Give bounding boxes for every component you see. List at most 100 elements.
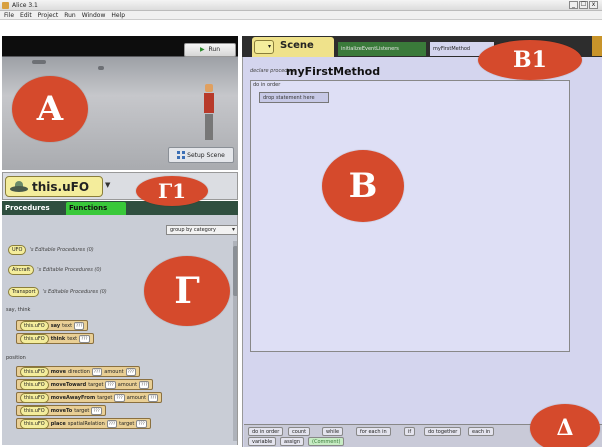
method-target: this.uFO <box>20 333 49 344</box>
chevron-down-icon: ▾ <box>231 226 235 233</box>
menu-run[interactable]: Run <box>64 11 76 19</box>
menu-project[interactable]: Project <box>38 11 59 19</box>
param-label: text <box>67 335 78 342</box>
method-name: move <box>50 368 66 375</box>
category-desc: 's Editable Procedures (0) <box>37 267 102 273</box>
category-pill[interactable]: Transport <box>8 287 40 297</box>
method-target: this.uFO <box>20 379 49 390</box>
ctrl-comment[interactable]: (Comment) <box>308 437 345 446</box>
param-label: direction <box>68 368 90 375</box>
ctrl-while[interactable]: while <box>322 427 344 436</box>
ctrl-if[interactable]: if <box>404 427 416 436</box>
menu-help[interactable]: Help <box>111 11 125 19</box>
method-name: moveTo <box>50 407 73 414</box>
close-button[interactable]: x <box>589 1 598 9</box>
play-icon: ▶ <box>199 46 205 53</box>
category-desc: 's Editable Procedures (0) <box>42 289 107 295</box>
method-name: say <box>50 322 61 329</box>
param-value: ??? <box>91 406 102 415</box>
setup-grid-icon <box>177 151 186 159</box>
ctrl-for-each-in[interactable]: for each in <box>356 427 391 436</box>
annotation-badge-b: B <box>322 150 404 222</box>
method-name: think <box>50 335 66 342</box>
scene-type-dropdown[interactable]: ▾ <box>254 40 274 54</box>
param-value: ??? <box>148 393 159 402</box>
ctrl-each-in[interactable]: each in <box>468 427 495 436</box>
param-label: amount <box>117 381 138 388</box>
selected-object-label: this.uFO <box>32 180 90 194</box>
category-row: Transport 's Editable Procedures (0) <box>8 287 107 297</box>
run-label: Run <box>208 46 221 53</box>
param-value: ??? <box>105 380 116 389</box>
ctrl-variable[interactable]: variable <box>248 437 277 446</box>
method-header-name: myFirstMethod <box>286 65 381 78</box>
chevron-down-icon[interactable]: ▼ <box>105 181 110 189</box>
category-row: Aircraft 's Editable Procedures (0) <box>8 265 102 275</box>
param-value: ??? <box>125 367 136 376</box>
param-label: amount <box>126 394 147 401</box>
procedures-scrollbar[interactable] <box>233 241 237 441</box>
setup-scene-label: Setup Scene <box>187 151 225 159</box>
ctrl-do-in-order[interactable]: do in order <box>248 427 284 436</box>
group-by-label: group by category <box>170 227 216 233</box>
tab-initialize-event-listeners[interactable]: initializeEventListeners <box>338 42 426 56</box>
run-button[interactable]: ▶ Run <box>184 43 236 57</box>
annotation-badge-g1: Γ1 <box>136 176 208 206</box>
annotation-badge-g: Γ <box>144 256 230 326</box>
menu-window[interactable]: Window <box>82 11 106 19</box>
scene-object <box>98 66 104 70</box>
param-label: target <box>119 420 135 427</box>
section-say-think: say, think <box>6 307 31 313</box>
method-target: this.uFO <box>20 366 49 377</box>
annotation-badge-d: Δ <box>530 404 600 447</box>
do-in-order-label: do in order <box>253 82 281 88</box>
menu-edit[interactable]: Edit <box>20 11 32 19</box>
ctrl-assign[interactable]: assign <box>280 437 305 446</box>
param-label: text <box>62 322 73 329</box>
param-value: ??? <box>106 419 118 428</box>
tab-procedures[interactable]: Procedures <box>2 202 66 215</box>
folder-icon[interactable] <box>592 36 602 56</box>
category-row: UFO 's Editable Procedures (0) <box>8 245 94 255</box>
group-by-select[interactable]: group by category ▾ <box>166 225 237 235</box>
scrollbar-thumb[interactable] <box>233 246 237 296</box>
procedures-panel: group by category ▾ UFO 's Editable Proc… <box>2 215 238 445</box>
ctrl-count[interactable]: count <box>288 427 311 436</box>
tab-scene[interactable]: ▾ Scene <box>252 37 334 57</box>
category-desc: 's Editable Procedures (0) <box>29 247 94 253</box>
method-tile[interactable]: this.uFO moveToward target ??? amount ??… <box>16 379 154 390</box>
category-pill[interactable]: Aircraft <box>8 265 35 275</box>
ctrl-do-together[interactable]: do together <box>424 427 462 436</box>
param-value: ??? <box>139 380 150 389</box>
method-tile[interactable]: this.uFO think text ??? <box>16 333 94 344</box>
title-bar: Alice 3.1 _ ☐ x <box>0 0 602 11</box>
param-label: amount <box>104 368 124 375</box>
method-tile[interactable]: this.uFO moveTo target ??? <box>16 405 106 416</box>
param-label: target <box>74 407 90 414</box>
menu-bar: File Edit Project Run Window Help <box>0 11 602 20</box>
tab-functions[interactable]: Functions <box>66 202 126 215</box>
param-value: ??? <box>74 321 85 330</box>
scene-tab-label: Scene <box>280 40 314 51</box>
param-label: target <box>88 381 104 388</box>
param-label: spatialRelation <box>67 420 105 427</box>
param-value: ??? <box>136 419 147 428</box>
do-in-order-block[interactable]: do in order drop statement here <box>250 80 570 352</box>
method-tile[interactable]: this.uFO moveAwayFrom target ??? amount … <box>16 392 163 403</box>
ufo-icon <box>10 181 28 193</box>
annotation-badge-a: A <box>12 76 88 142</box>
minimize-button[interactable]: _ <box>569 1 578 9</box>
section-position: position <box>6 355 26 361</box>
method-name: moveToward <box>50 381 87 388</box>
object-selector[interactable]: this.uFO <box>5 176 103 197</box>
method-tile[interactable]: this.uFO say text ??? <box>16 320 89 331</box>
category-pill[interactable]: UFO <box>8 245 27 255</box>
drop-statement-target[interactable]: drop statement here <box>259 92 329 103</box>
method-tile[interactable]: this.uFO place spatialRelation ??? targe… <box>16 418 151 429</box>
method-tile[interactable]: this.uFO move direction ??? amount ??? <box>16 366 140 377</box>
menu-file[interactable]: File <box>4 11 14 19</box>
method-target: this.uFO <box>20 320 49 331</box>
setup-scene-button[interactable]: Setup Scene <box>168 147 234 163</box>
param-value: ??? <box>114 393 125 402</box>
maximize-button[interactable]: ☐ <box>579 1 588 9</box>
